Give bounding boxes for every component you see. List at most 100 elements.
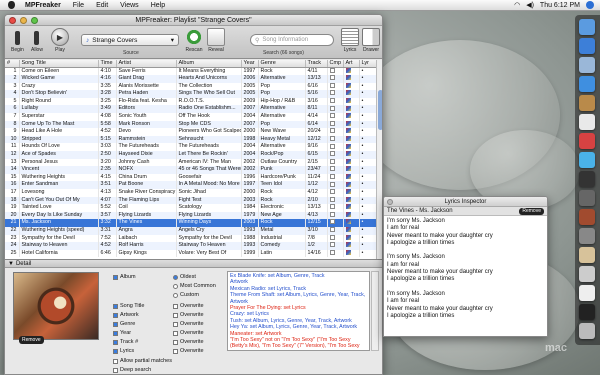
radio-button[interactable] bbox=[173, 292, 178, 298]
column-header[interactable]: Art bbox=[343, 60, 360, 68]
table-row[interactable]: 11 Hounds Of Love 3:03 The Futureheads The F… bbox=[5, 143, 376, 152]
begin-button[interactable]: Begin bbox=[11, 28, 24, 53]
checkbox[interactable] bbox=[113, 274, 118, 280]
photo-booth-icon[interactable] bbox=[579, 209, 595, 225]
radio-custom[interactable]: Custom bbox=[173, 292, 199, 298]
overwrite-artwork[interactable]: Overwrite bbox=[173, 312, 204, 318]
compilation-checkbox[interactable] bbox=[329, 97, 335, 103]
table-row[interactable]: 7 Superstar 4:08 Sonic Youth Off The Hook 200… bbox=[5, 113, 376, 121]
script-icon[interactable] bbox=[579, 266, 595, 282]
textedit-icon[interactable] bbox=[579, 285, 595, 301]
column-header[interactable]: Time bbox=[98, 60, 117, 68]
checkbox[interactable] bbox=[173, 312, 178, 318]
menu-file[interactable]: File bbox=[67, 2, 90, 9]
compilation-cell[interactable] bbox=[327, 226, 344, 235]
check-album[interactable]: Album bbox=[113, 274, 136, 280]
itunes-icon[interactable] bbox=[579, 152, 595, 168]
compilation-checkbox[interactable] bbox=[329, 173, 335, 179]
compilation-checkbox[interactable] bbox=[329, 211, 335, 217]
compilation-cell[interactable] bbox=[327, 151, 344, 159]
preferences-icon[interactable] bbox=[579, 228, 595, 244]
table-row[interactable]: 8 Come Up To The Mast 5:58 Mark Ronson Stop … bbox=[5, 120, 376, 129]
overwrite-genre[interactable]: Overwrite bbox=[173, 321, 204, 327]
checkbox[interactable] bbox=[113, 303, 118, 309]
dashboard-icon[interactable] bbox=[579, 171, 595, 187]
compilation-checkbox[interactable] bbox=[329, 90, 335, 96]
compilation-checkbox[interactable] bbox=[329, 128, 335, 134]
checkbox[interactable] bbox=[113, 321, 118, 327]
compilation-cell[interactable] bbox=[327, 97, 344, 106]
compilation-checkbox[interactable] bbox=[329, 151, 335, 157]
compilation-cell[interactable] bbox=[327, 67, 344, 76]
detail-toggle[interactable]: ▼ Detail bbox=[5, 259, 382, 268]
play-button[interactable]: ▶ Play bbox=[51, 28, 69, 53]
compilation-checkbox[interactable] bbox=[329, 105, 335, 111]
compilation-checkbox[interactable] bbox=[329, 67, 335, 73]
column-header[interactable]: Cmp bbox=[327, 60, 344, 68]
overwrite-track[interactable]: Overwrite bbox=[173, 339, 204, 345]
table-row[interactable]: 16 Enter Sandman 3:51 Pat Boone In A Metal M… bbox=[5, 181, 376, 189]
checkbox[interactable] bbox=[113, 330, 118, 336]
column-header[interactable]: Lyr bbox=[359, 60, 376, 68]
check-song-title[interactable]: Song Title bbox=[113, 303, 144, 309]
compilation-checkbox[interactable] bbox=[329, 234, 335, 240]
wifi-icon[interactable]: ◠ bbox=[514, 1, 520, 9]
rescan-button[interactable]: Rescan bbox=[185, 28, 203, 53]
menu-views[interactable]: Views bbox=[114, 2, 145, 9]
table-row[interactable]: 15 Wuthering Heights 4:15 China Drum Goosefa… bbox=[5, 173, 376, 182]
compilation-cell[interactable] bbox=[327, 120, 344, 129]
reveal-button[interactable]: Reveal bbox=[207, 28, 225, 53]
compilation-cell[interactable] bbox=[327, 196, 344, 205]
table-row[interactable]: 13 Personal Jesus 3:20 Johnny Cash American … bbox=[5, 158, 376, 167]
check-artwork[interactable]: Artwork bbox=[113, 312, 139, 318]
close-button[interactable] bbox=[9, 16, 16, 24]
menu-app-name[interactable]: MPFreaker bbox=[19, 2, 67, 9]
allow-button[interactable]: Allow bbox=[31, 28, 43, 53]
table-row[interactable]: 6 Lullaby 3:49 Editors Radio One Establishm.… bbox=[5, 105, 376, 114]
compilation-checkbox[interactable] bbox=[329, 113, 335, 119]
radio-button[interactable] bbox=[173, 283, 178, 289]
checkbox[interactable] bbox=[113, 367, 118, 373]
table-row[interactable]: 17 Lovesong 4:13 Snake River Conspiracy Soni… bbox=[5, 189, 376, 197]
table-row[interactable]: 25 Hotel California 6:46 Gipsy Kings Volare:… bbox=[5, 249, 376, 258]
search-input[interactable]: ⚲ Song Information bbox=[250, 34, 334, 46]
checkbox[interactable] bbox=[173, 321, 178, 327]
lyrics-inspector-close-icon[interactable] bbox=[387, 199, 393, 205]
table-row[interactable]: 23 Sympathy for the Devil 7:52 Laibach Sympa… bbox=[5, 234, 376, 243]
check-allow-partial[interactable]: Allow partial matches bbox=[113, 358, 172, 364]
compilation-cell[interactable] bbox=[327, 234, 344, 243]
drawer-button[interactable]: Drawer bbox=[362, 28, 380, 53]
compilation-cell[interactable] bbox=[327, 189, 344, 197]
compilation-cell[interactable] bbox=[327, 75, 344, 83]
compilation-cell[interactable] bbox=[327, 158, 344, 167]
table-row[interactable]: 10 Stripped 5:15 Rammstein Sehnsucht 1998 Heav… bbox=[5, 135, 376, 144]
table-row[interactable]: 2 Wicked Game 4:16 Giant Drag Hearts And Uni… bbox=[5, 75, 376, 83]
spotlight-icon[interactable] bbox=[586, 1, 594, 9]
checkbox[interactable] bbox=[113, 312, 118, 318]
check-track[interactable]: Track # bbox=[113, 339, 138, 345]
minimize-button[interactable] bbox=[20, 16, 27, 24]
column-header[interactable]: Album bbox=[176, 60, 242, 68]
activity-log[interactable]: Ex Blade Knife: set Album, Genre, Track A… bbox=[227, 271, 370, 351]
remove-artwork-button[interactable]: Remove bbox=[19, 336, 44, 344]
table-row[interactable]: 9 Head Like A Hole 4:52 Devo Pioneers Who Go… bbox=[5, 128, 376, 136]
apple-menu-icon[interactable] bbox=[8, 1, 15, 9]
address-book-icon[interactable] bbox=[579, 95, 595, 111]
checkbox[interactable] bbox=[113, 348, 118, 354]
table-row[interactable]: 20 Every Day Is Like Sunday 3:57 Flying Liz… bbox=[5, 211, 376, 220]
volume-icon[interactable]: ◀) bbox=[526, 1, 534, 9]
compilation-cell[interactable] bbox=[327, 113, 344, 121]
table-row[interactable]: 18 Can't Get You Out Of My 4:07 The Flaming… bbox=[5, 196, 376, 205]
overwrite-year[interactable]: Overwrite bbox=[173, 330, 204, 336]
scroll-thumb[interactable] bbox=[378, 90, 382, 130]
remove-lyrics-button[interactable]: Remove bbox=[519, 208, 544, 215]
lyrics-button[interactable]: Lyrics bbox=[341, 28, 359, 53]
radio-most-common[interactable]: Most Common bbox=[173, 283, 216, 289]
log-scrollbar[interactable] bbox=[371, 271, 379, 351]
check-genre[interactable]: Genre bbox=[113, 321, 135, 327]
check-deep-search[interactable]: Deep search bbox=[113, 367, 151, 373]
terminal-icon[interactable] bbox=[579, 304, 595, 320]
compilation-checkbox[interactable] bbox=[329, 219, 335, 225]
compilation-cell[interactable] bbox=[327, 181, 344, 189]
source-select[interactable]: ♪ Strange Covers ▾ bbox=[81, 34, 179, 46]
